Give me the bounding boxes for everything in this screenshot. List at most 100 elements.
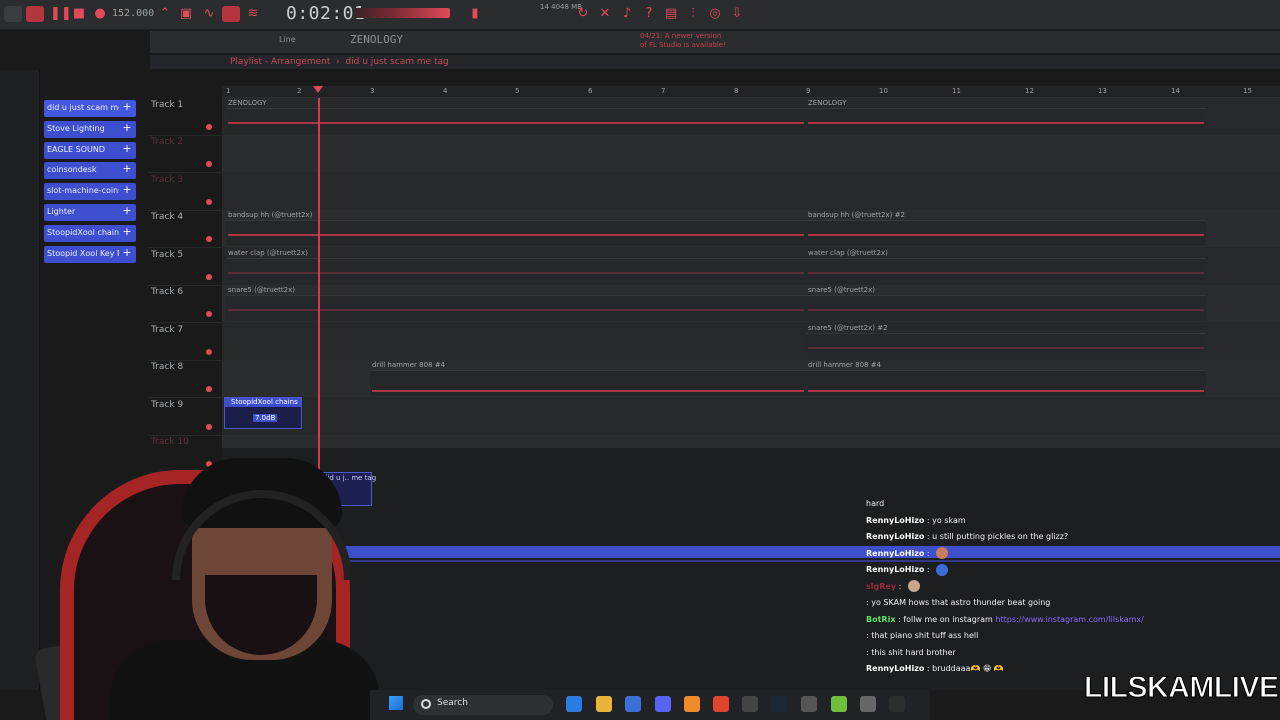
track-lane[interactable] <box>222 135 1280 172</box>
track-mute-led[interactable] <box>206 424 212 430</box>
chat-username[interactable]: RennyLoHizo <box>866 516 924 525</box>
steam-icon[interactable] <box>771 696 787 712</box>
track-name[interactable]: Track 7 <box>151 325 221 335</box>
refresh-icon[interactable]: ↻ <box>574 6 592 22</box>
pattern-clip[interactable] <box>806 108 1206 134</box>
picker-item[interactable]: did u just scam me t..+ <box>44 100 136 117</box>
plus-icon[interactable]: + <box>122 205 132 216</box>
track-mute-led[interactable] <box>206 199 212 205</box>
chat-username[interactable]: RennyLoHizo <box>866 549 924 558</box>
mic-icon[interactable]: ♪ <box>618 6 636 22</box>
chat-username[interactable]: RennyLoHizo <box>866 532 924 541</box>
plus-icon[interactable]: + <box>122 247 132 258</box>
track-mute-led[interactable] <box>206 311 212 317</box>
track-mute-led[interactable] <box>206 161 212 167</box>
song-mode-button[interactable] <box>26 6 44 22</box>
stop-icon[interactable]: ■ <box>70 6 88 22</box>
windows-start-icon[interactable] <box>389 696 403 710</box>
capcut-icon[interactable] <box>889 696 905 712</box>
help-icon[interactable]: ? <box>640 6 658 22</box>
blend-icon[interactable]: ≋ <box>244 6 262 22</box>
track-mute-led[interactable] <box>206 349 212 355</box>
plus-icon[interactable]: + <box>122 122 132 133</box>
chat-username[interactable]: BotRix <box>866 615 895 624</box>
track-mute-led[interactable] <box>206 236 212 242</box>
track-name[interactable]: Track 10 <box>151 437 221 447</box>
playhead-marker[interactable] <box>313 86 323 93</box>
pattern-clip[interactable] <box>226 295 806 321</box>
picker-item[interactable]: slot-machine-coins + <box>44 183 136 201</box>
picker-item[interactable]: Lighter + <box>44 203 136 221</box>
obs-icon[interactable] <box>742 696 758 712</box>
4k-icon[interactable] <box>860 696 876 712</box>
time-display[interactable]: 0:02:01 <box>286 3 365 24</box>
playhead-line[interactable] <box>318 98 320 470</box>
track-name[interactable]: Track 1 <box>151 100 221 110</box>
app-icon[interactable] <box>801 696 817 712</box>
mixer-icon[interactable]: ⫶ <box>684 6 702 22</box>
track-name[interactable]: Track 3 <box>151 175 221 185</box>
store-icon[interactable] <box>625 696 641 712</box>
download-icon[interactable]: ⇩ <box>728 6 746 22</box>
update-notice[interactable]: 04/21: A newer version of FL Studio is a… <box>640 32 730 50</box>
metronome-icon[interactable]: ⌃ <box>156 6 174 22</box>
track-name[interactable]: Track 9 <box>151 400 221 410</box>
pattern-clip[interactable] <box>370 370 806 396</box>
pattern-clip[interactable] <box>806 295 1206 321</box>
countdown-icon[interactable]: ∿ <box>200 6 218 22</box>
track-name[interactable]: Track 5 <box>151 250 221 260</box>
chat-username[interactable]: RennyLoHizo <box>866 565 924 574</box>
chat-link[interactable]: https://www.instagram.com/lilskamx/ <box>995 615 1143 624</box>
pattern-clip[interactable] <box>226 258 806 284</box>
save-icon[interactable]: ▤ <box>662 6 680 22</box>
pattern-clip[interactable] <box>806 220 1206 246</box>
copilot-icon[interactable] <box>566 696 582 712</box>
track-mute-led[interactable] <box>206 124 212 130</box>
plus-icon[interactable]: + <box>122 163 132 174</box>
picker-item[interactable]: Stove Lighting + <box>44 120 136 138</box>
file-explorer-icon[interactable] <box>596 696 612 712</box>
pattern-clip[interactable] <box>226 220 806 246</box>
picker-item[interactable]: coinsondesk + <box>44 162 136 180</box>
chat-message: RennyLoHizo : <box>866 546 1280 563</box>
track-name[interactable]: Track 6 <box>151 287 221 297</box>
track-name[interactable]: Track 2 <box>151 137 221 147</box>
pause-icon[interactable]: ❚❚ <box>50 6 72 22</box>
timeline-ruler[interactable] <box>222 86 1280 98</box>
audio-clip-stoopid-chains[interactable]: StoopidXool chains 7.0dB <box>224 397 302 429</box>
track-name[interactable]: Track 4 <box>151 212 221 222</box>
line-mode-label[interactable]: Line <box>279 35 296 44</box>
picker-item[interactable]: StoopidXool chains + <box>44 224 136 242</box>
pattern-clip[interactable] <box>806 258 1206 284</box>
fl-studio-icon[interactable] <box>684 696 700 712</box>
plus-icon[interactable]: + <box>122 143 132 154</box>
cross-icon[interactable]: ✕ <box>596 6 614 22</box>
plus-icon[interactable]: + <box>122 184 132 195</box>
picker-item[interactable]: EAGLE SOUND + <box>44 141 136 159</box>
discord-icon[interactable] <box>655 696 671 712</box>
taskbar-search[interactable] <box>413 695 553 715</box>
chat-icon[interactable]: ◎ <box>706 6 724 22</box>
menu-icon[interactable] <box>4 6 22 22</box>
chat-username[interactable]: slgRey <box>866 582 896 591</box>
pattern-clip[interactable] <box>806 370 1206 396</box>
track-name[interactable]: Track 8 <box>151 362 221 372</box>
track-lane[interactable] <box>222 398 1280 435</box>
brave-icon[interactable] <box>713 696 729 712</box>
track-mute-led[interactable] <box>206 386 212 392</box>
bpm-display[interactable]: 152.000 <box>112 6 154 22</box>
ruler-bar-number: 6 <box>588 87 593 95</box>
record-icon[interactable]: ● <box>91 6 109 22</box>
pattern-clip[interactable] <box>226 108 806 134</box>
chat-username[interactable]: RennyLoHizo <box>866 664 924 673</box>
wait-icon[interactable]: ▣ <box>177 6 195 22</box>
track-lane[interactable] <box>222 173 1280 210</box>
picker-item[interactable]: Stoopid Xool Key FX+ <box>44 245 136 263</box>
plus-icon[interactable]: + <box>122 101 132 112</box>
track-mute-led[interactable] <box>206 274 212 280</box>
pattern-clip[interactable] <box>806 333 1206 359</box>
layers-icon[interactable] <box>831 696 847 712</box>
plus-icon[interactable]: + <box>122 226 132 237</box>
loop-record-button[interactable] <box>222 6 240 22</box>
current-instrument-label[interactable]: ZENOLOGY <box>350 33 403 46</box>
